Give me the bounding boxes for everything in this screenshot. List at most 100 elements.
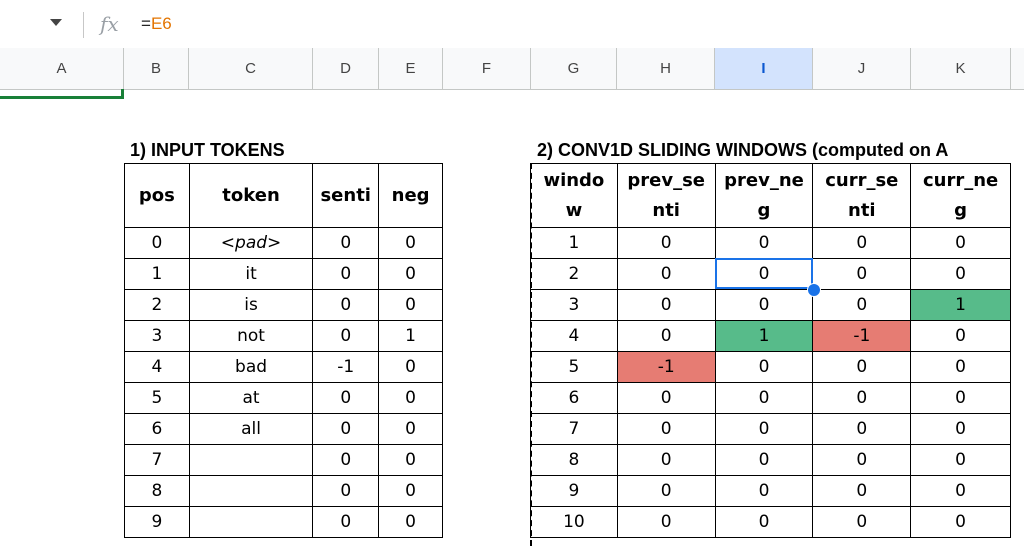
table-cell[interactable]: 1 [530,227,618,259]
table-cell[interactable]: 0 [378,506,443,538]
table-cell[interactable]: 1 [124,258,190,290]
table-cell[interactable]: 0 [378,444,443,476]
table-cell[interactable]: 0 [714,351,814,383]
table-cell[interactable]: 0 [910,382,1011,414]
table-cell[interactable]: 0 [616,320,716,352]
active-cell-selection[interactable] [715,258,813,289]
table-cell[interactable]: 0 [812,227,912,259]
table-cell[interactable]: 0 [616,289,716,321]
table-cell[interactable]: 0 [714,289,814,321]
header-token[interactable]: token [188,163,314,228]
column-header-k[interactable]: K [911,48,1011,89]
table-cell[interactable]: 0 [910,258,1011,290]
table-cell[interactable]: 7 [124,444,190,476]
table-cell[interactable]: at [188,382,314,414]
table-cell[interactable]: 0 [312,413,380,445]
header-curr-neg[interactable]: curr_ne g [910,163,1011,228]
table-cell[interactable]: 9 [124,506,190,538]
table-cell[interactable] [188,475,314,507]
table-cell[interactable]: <pad> [188,227,314,259]
table-cell[interactable]: 0 [714,506,814,538]
table-cell[interactable]: 0 [910,413,1011,445]
header-neg[interactable]: neg [378,163,443,228]
table-cell[interactable]: 3 [530,289,618,321]
table-cell[interactable]: 0 [910,506,1011,538]
table-cell[interactable]: 5 [124,382,190,414]
table-cell[interactable]: 0 [910,351,1011,383]
fill-handle[interactable] [807,283,821,297]
table-cell[interactable]: 0 [910,227,1011,259]
table-cell[interactable]: bad [188,351,314,383]
table-cell[interactable]: 0 [312,320,380,352]
table-cell[interactable]: 6 [124,413,190,445]
table-cell[interactable]: 1 [714,320,814,352]
table-cell[interactable]: 1 [910,289,1011,321]
table-cell[interactable]: 0 [616,444,716,476]
table-cell[interactable]: 0 [812,444,912,476]
table-cell[interactable]: 4 [530,320,618,352]
table-cell[interactable]: 0 [812,506,912,538]
column-header-j[interactable]: J [813,48,911,89]
table-cell[interactable]: 0 [378,413,443,445]
table-cell[interactable]: 0 [616,506,716,538]
table-cell[interactable]: 0 [910,475,1011,507]
column-header-h[interactable]: H [617,48,715,89]
table-cell[interactable]: 0 [124,227,190,259]
table-cell[interactable]: 0 [812,289,912,321]
table-cell[interactable]: 0 [812,382,912,414]
table-cell[interactable]: -1 [312,351,380,383]
table-cell[interactable]: 0 [616,475,716,507]
column-header-d[interactable]: D [313,48,379,89]
table-cell[interactable]: 6 [530,382,618,414]
table-cell[interactable] [188,506,314,538]
column-header-c[interactable]: C [189,48,313,89]
table-cell[interactable]: 0 [714,227,814,259]
header-curr-senti[interactable]: curr_se nti [812,163,912,228]
header-prev-senti[interactable]: prev_se nti [616,163,716,228]
table-cell[interactable]: 0 [812,475,912,507]
column-header-f[interactable]: F [443,48,531,89]
table-cell[interactable]: 0 [312,506,380,538]
table-cell[interactable]: -1 [616,351,716,383]
table-cell[interactable]: 0 [378,351,443,383]
column-header-a[interactable]: A [0,48,124,89]
table-cell[interactable]: 0 [378,227,443,259]
table-cell[interactable]: 5 [530,351,618,383]
table-cell[interactable]: 0 [714,475,814,507]
column-header-i[interactable]: I [715,48,813,89]
table-cell[interactable]: 1 [378,320,443,352]
formula-input[interactable]: =E6 [141,14,172,34]
table-cell[interactable]: 0 [910,444,1011,476]
column-header-g[interactable]: G [531,48,617,89]
table-cell[interactable]: 0 [312,382,380,414]
column-header-e[interactable]: E [379,48,443,89]
table-cell[interactable]: -1 [812,320,912,352]
table-cell[interactable] [188,444,314,476]
header-senti[interactable]: senti [312,163,380,228]
header-prev-neg[interactable]: prev_ne g [714,163,814,228]
table-cell[interactable]: 0 [312,258,380,290]
table-cell[interactable]: 0 [714,444,814,476]
table-cell[interactable]: 7 [530,413,618,445]
table-cell[interactable]: 0 [378,289,443,321]
table-cell[interactable]: 0 [812,351,912,383]
table-cell[interactable]: 0 [714,413,814,445]
table-cell[interactable]: 2 [124,289,190,321]
table-cell[interactable]: 4 [124,351,190,383]
table-cell[interactable]: 3 [124,320,190,352]
table-cell[interactable]: all [188,413,314,445]
table-cell[interactable]: it [188,258,314,290]
table-cell[interactable]: 0 [616,227,716,259]
table-cell[interactable]: 8 [124,475,190,507]
table-cell[interactable]: 0 [312,227,380,259]
table-cell[interactable]: 8 [530,444,618,476]
table-cell[interactable]: 10 [530,506,618,538]
table-cell[interactable]: 0 [616,258,716,290]
table-cell[interactable]: 0 [812,413,912,445]
table-cell[interactable]: 0 [910,320,1011,352]
table-cell[interactable]: 0 [312,475,380,507]
table-cell[interactable]: 0 [378,382,443,414]
table-cell[interactable]: 0 [616,382,716,414]
table-cell[interactable]: not [188,320,314,352]
table-cell[interactable]: is [188,289,314,321]
